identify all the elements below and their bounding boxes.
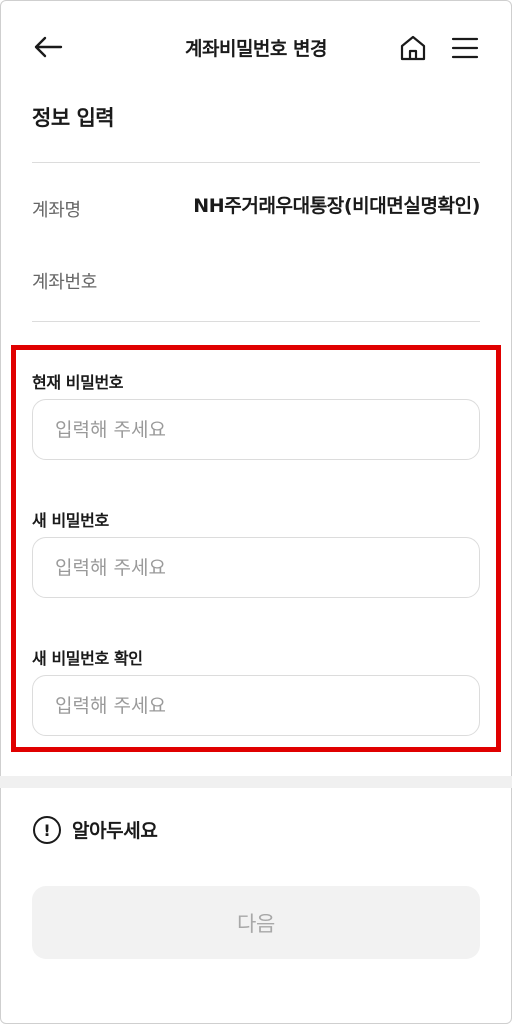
confirm-password-label: 새 비밀번호 확인	[32, 649, 143, 668]
page-title: 계좌비밀번호 변경	[185, 38, 327, 60]
new-password-input[interactable]	[32, 537, 480, 598]
account-name-value: NH주거래우대통장(비대면실명확인)	[193, 195, 480, 217]
home-icon	[400, 35, 426, 61]
home-button[interactable]	[395, 30, 431, 66]
current-password-input[interactable]	[32, 399, 480, 460]
account-number-label: 계좌번호	[32, 272, 98, 293]
notice-title: 알아두세요	[72, 820, 158, 842]
menu-button[interactable]	[446, 30, 484, 66]
current-password-label: 현재 비밀번호	[32, 373, 124, 392]
exclamation-circle-icon: !	[33, 816, 61, 844]
section-separator	[0, 776, 512, 788]
confirm-password-input[interactable]	[32, 675, 480, 736]
account-name-label: 계좌명	[32, 200, 81, 221]
divider	[32, 162, 480, 163]
section-title: 정보 입력	[32, 106, 115, 130]
app-header: 계좌비밀번호 변경	[0, 0, 512, 96]
divider	[32, 321, 480, 322]
new-password-label: 새 비밀번호	[32, 511, 109, 530]
next-button[interactable]: 다음	[32, 886, 480, 959]
hamburger-menu-icon	[451, 37, 479, 59]
